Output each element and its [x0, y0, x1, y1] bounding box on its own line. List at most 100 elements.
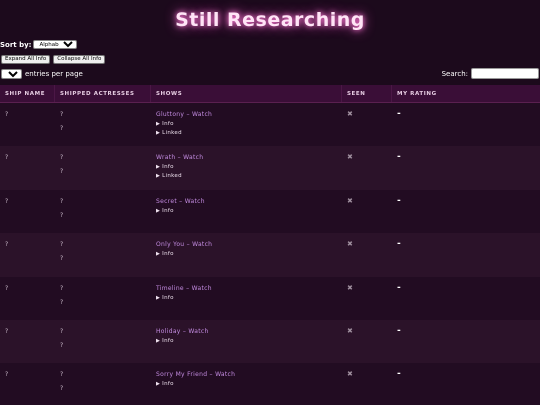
sort-control: Sort by: Alphabetical [0, 40, 78, 49]
actress-name: ? [60, 284, 64, 292]
shows-cell: Holiday – Watch ▶ Info [151, 320, 342, 363]
details-label: Info [162, 164, 174, 171]
ship-name-cell: ? [0, 146, 55, 189]
header-ship-name[interactable]: SHIP NAME [0, 85, 55, 102]
rating-cell: - [392, 233, 540, 276]
not-seen-icon: ✖ [347, 370, 353, 379]
details-toggle-info[interactable]: ▶ Info [156, 381, 342, 387]
seen-cell: ✖ [342, 363, 392, 405]
shows-cell: Sorry My Friend – Watch ▶ Info [151, 363, 342, 405]
expand-triangle-icon: ▶ [156, 381, 161, 388]
expand-triangle-icon: ▶ [156, 173, 161, 180]
ship-name-cell: ? [0, 320, 55, 363]
actress-name: ? [60, 168, 64, 176]
table-row: ??? Secret – Watch ▶ Info ✖ - [0, 189, 540, 234]
actress-name: ? [60, 125, 64, 132]
show-watch-link[interactable]: Wrath – Watch [156, 154, 342, 161]
rating-cell: - [392, 320, 540, 363]
not-seen-icon: ✖ [347, 196, 353, 205]
show-watch-link[interactable]: Timeline – Watch [156, 285, 342, 292]
ship-name: ? [5, 241, 9, 249]
table-body: ??? Gluttony – Watch ▶ Info ▶ Linked ✖ -??? Wrat… [0, 103, 540, 405]
details-toggle-info[interactable]: ▶ Info [156, 338, 342, 344]
shows-cell: Gluttony – Watch ▶ Info ▶ Linked [151, 103, 342, 146]
actress-name: ? [60, 371, 64, 379]
show-watch-link[interactable]: Sorry My Friend – Watch [156, 371, 342, 378]
shows-cell: Only You – Watch ▶ Info [151, 233, 342, 276]
details-label: Info [162, 294, 174, 301]
details-toggle-linked[interactable]: ▶ Linked [156, 173, 342, 179]
actresses-cell: ?? [55, 233, 151, 276]
not-seen-icon: ✖ [347, 110, 353, 118]
table-row: ??? Sorry My Friend – Watch ▶ Info ✖ - [0, 363, 540, 405]
details-label: Info [162, 121, 174, 127]
header-shipped-actresses[interactable]: SHIPPED ACTRESSES [55, 85, 151, 102]
expand-all-button[interactable]: Expand All Info [1, 55, 51, 64]
actress-name: ? [60, 255, 64, 263]
sort-select[interactable]: Alphabetical [33, 40, 78, 49]
not-seen-icon: ✖ [347, 326, 353, 335]
details-toggle-info[interactable]: ▶ Info [156, 295, 342, 301]
rating-value: - [397, 109, 401, 119]
table-header: SHIP NAME SHIPPED ACTRESSES SHOWS SEEN M… [0, 85, 540, 103]
ship-name: ? [5, 154, 9, 162]
search-label: Search: [441, 69, 468, 78]
rating-cell: - [392, 103, 540, 146]
details-label: Info [162, 207, 174, 214]
not-seen-icon: ✖ [347, 283, 353, 292]
seen-cell: ✖ [342, 190, 392, 233]
ship-name: ? [5, 284, 9, 292]
not-seen-icon: ✖ [347, 153, 353, 162]
collapse-all-button[interactable]: Collapse All Info [53, 55, 106, 64]
expand-collapse-controls: Expand All Info Collapse All Info [1, 55, 106, 64]
details-toggle-info[interactable]: ▶ Info [156, 164, 342, 170]
ship-name: ? [5, 197, 9, 205]
actresses-cell: ?? [55, 190, 151, 233]
rating-value: - [397, 369, 401, 380]
ship-name-cell: ? [0, 277, 55, 320]
rating-value: - [397, 195, 401, 206]
entries-label: entries per page [25, 70, 83, 78]
ship-name-cell: ? [0, 190, 55, 233]
rating-cell: - [392, 190, 540, 233]
details-toggle-info[interactable]: ▶ Info [156, 121, 342, 127]
entries-select[interactable]: 50 [1, 69, 22, 79]
details-toggle-info[interactable]: ▶ Info [156, 251, 342, 257]
actress-name: ? [60, 241, 64, 249]
ship-name: ? [5, 327, 9, 335]
actresses-cell: ?? [55, 146, 151, 189]
table-row: ??? Wrath – Watch ▶ Info ▶ Linked ✖ - [0, 146, 540, 190]
details-toggle-linked[interactable]: ▶ Linked [156, 130, 342, 136]
table-row: ??? Gluttony – Watch ▶ Info ▶ Linked ✖ - [0, 103, 540, 147]
rating-value: - [397, 282, 401, 293]
table-row: ??? Holiday – Watch ▶ Info ✖ - [0, 319, 540, 364]
rating-cell: - [392, 277, 540, 320]
ship-name-cell: ? [0, 363, 55, 405]
ships-table: SHIP NAME SHIPPED ACTRESSES SHOWS SEEN M… [0, 85, 540, 405]
actress-name: ? [60, 154, 64, 162]
header-my-rating[interactable]: MY RATING [392, 85, 540, 102]
actress-name: ? [60, 385, 64, 393]
actress-name: ? [60, 341, 64, 349]
seen-cell: ✖ [342, 146, 392, 189]
header-seen[interactable]: SEEN [342, 85, 392, 102]
details-toggle-info[interactable]: ▶ Info [156, 208, 342, 214]
rating-cell: - [392, 146, 540, 189]
expand-triangle-icon: ▶ [156, 207, 161, 214]
expand-triangle-icon: ▶ [156, 121, 161, 127]
show-watch-link[interactable]: Only You – Watch [156, 241, 342, 248]
details-label: Info [162, 381, 174, 388]
header-shows[interactable]: SHOWS [151, 85, 342, 102]
rating-value: - [397, 239, 401, 250]
actresses-cell: ?? [55, 277, 151, 320]
details-label: Linked [162, 130, 182, 136]
show-watch-link[interactable]: Secret – Watch [156, 198, 342, 205]
search-input[interactable] [471, 68, 539, 79]
show-watch-link[interactable]: Holiday – Watch [156, 328, 342, 335]
actress-name: ? [60, 327, 64, 335]
search-control: Search: [442, 68, 539, 79]
seen-cell: ✖ [342, 103, 392, 146]
ship-name: ? [5, 371, 9, 379]
seen-cell: ✖ [342, 277, 392, 320]
show-watch-link[interactable]: Gluttony – Watch [156, 111, 342, 118]
